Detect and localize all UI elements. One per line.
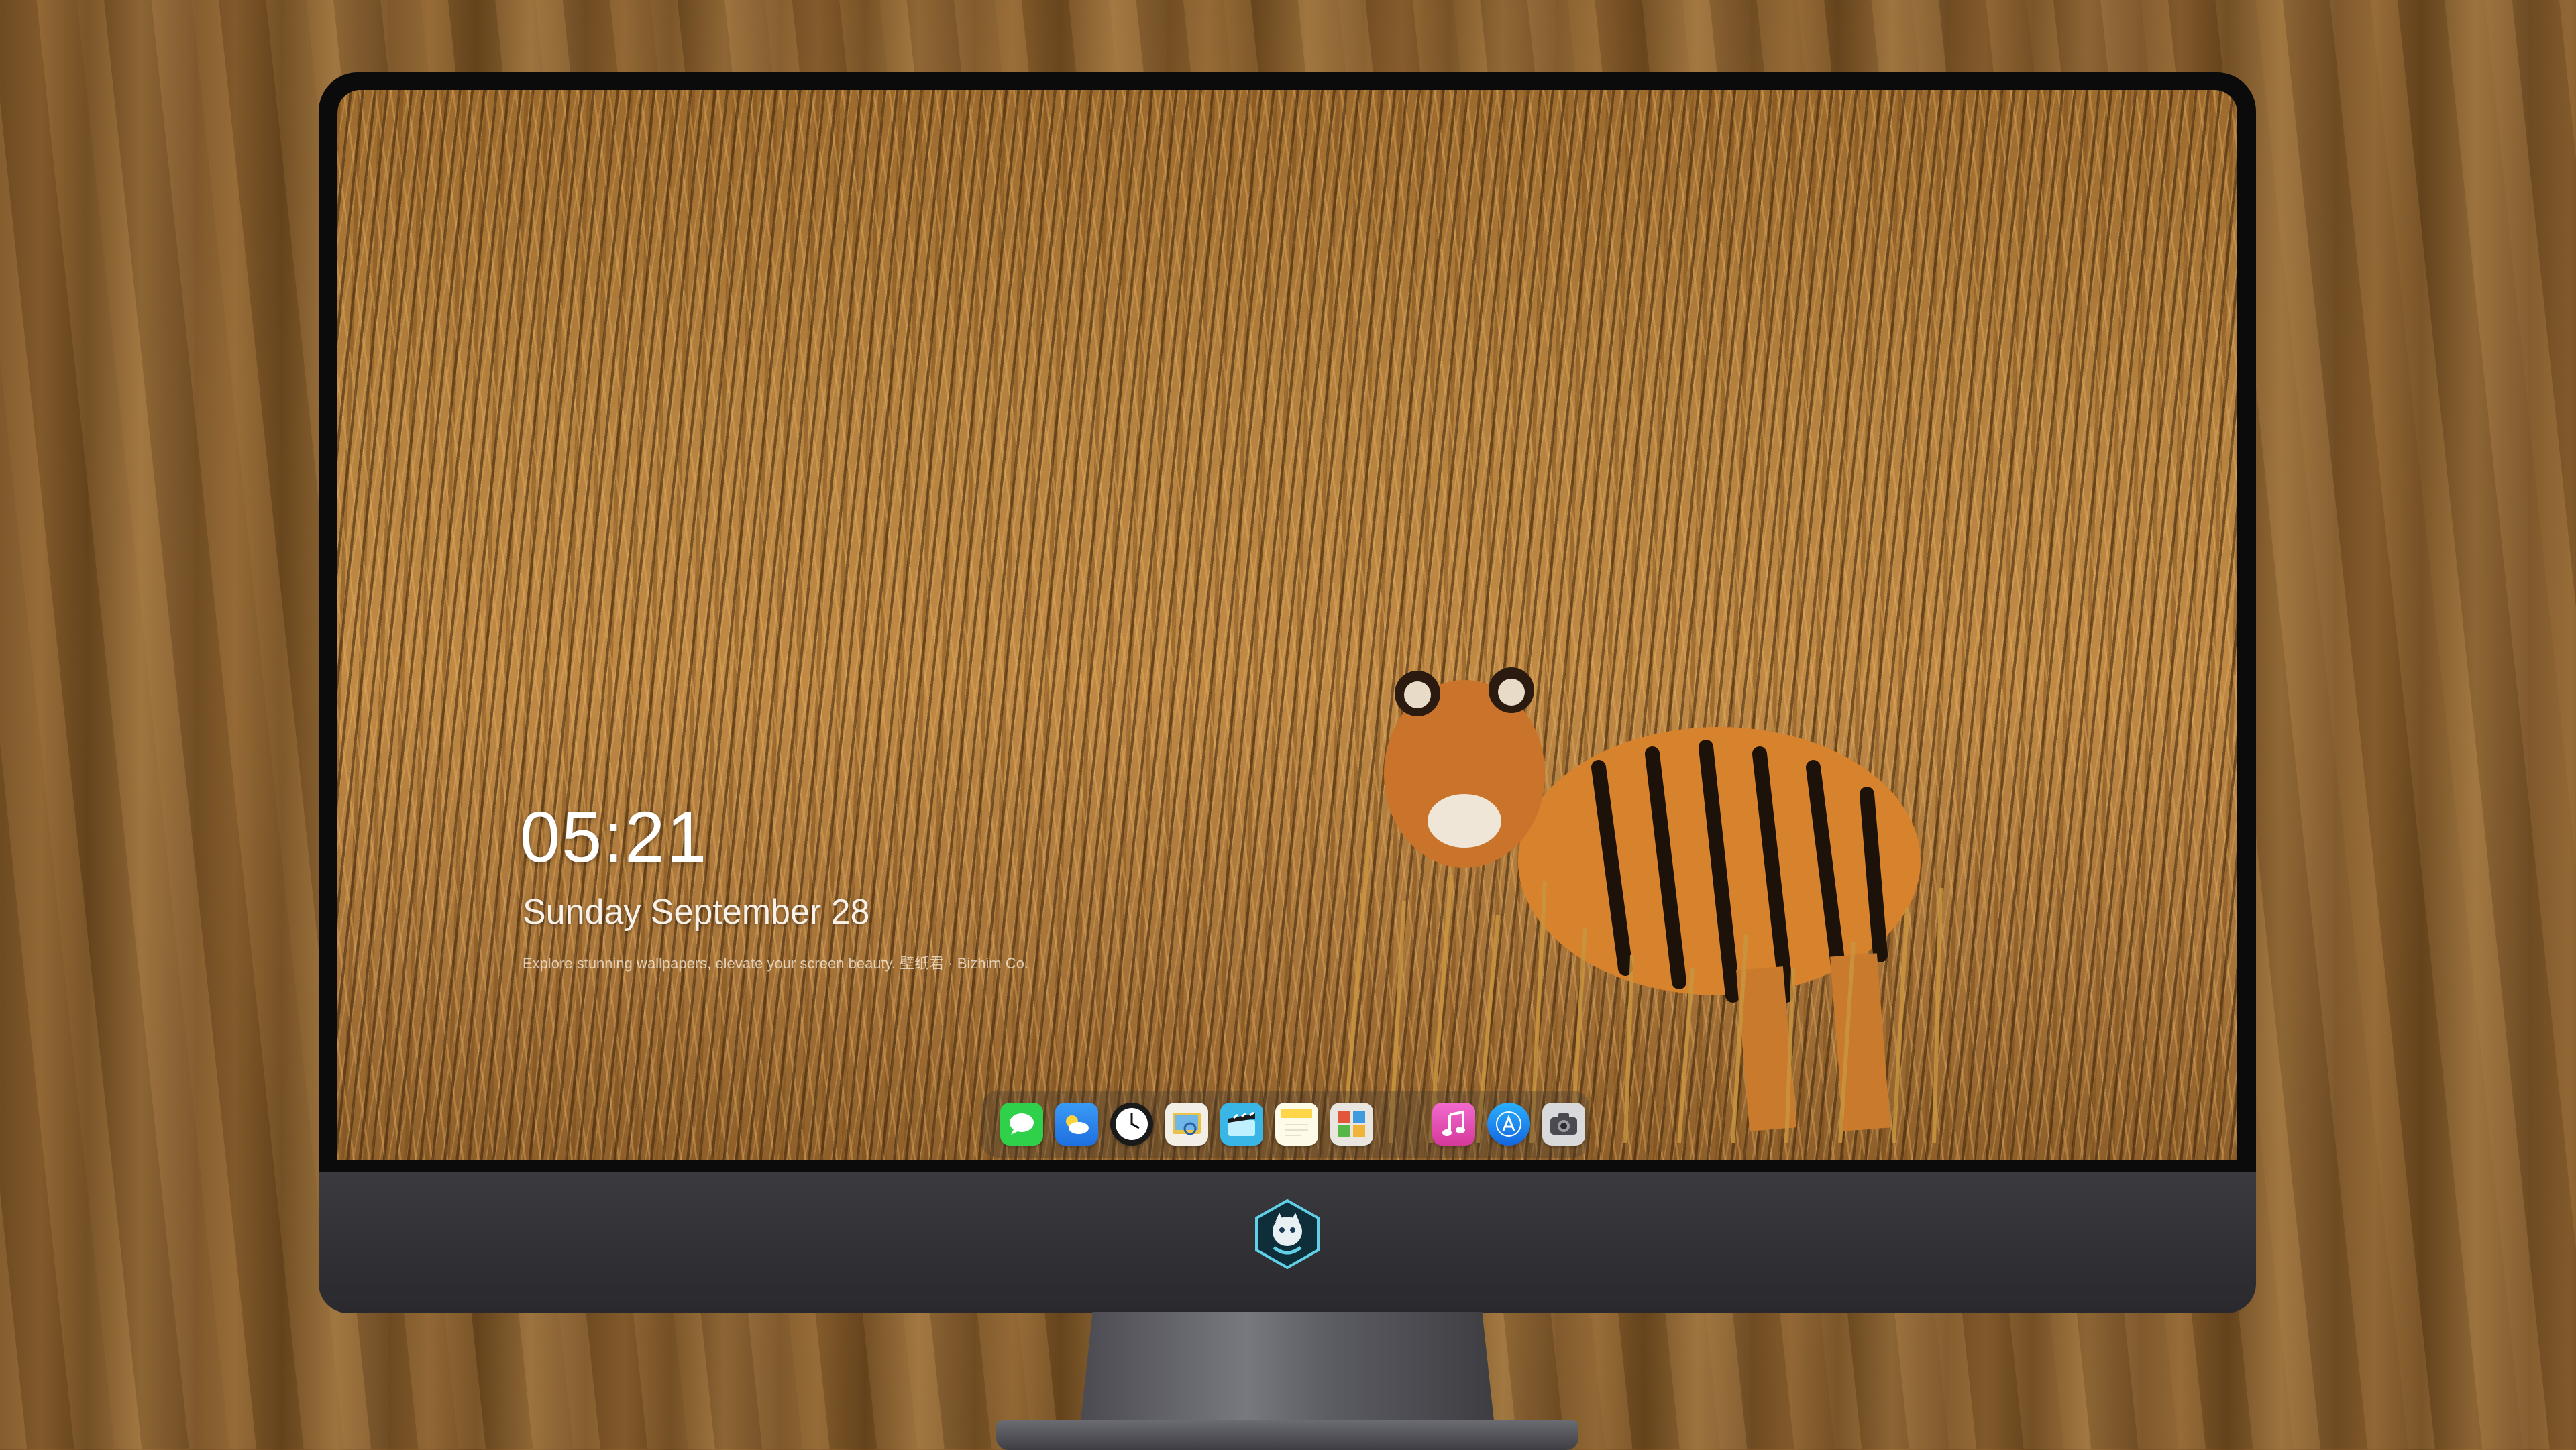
photo-booth-icon[interactable] <box>1330 1103 1373 1146</box>
wallpaper-tagline: Explore stunning wallpapers, elevate you… <box>523 955 1029 972</box>
messages-icon[interactable] <box>1000 1103 1043 1146</box>
preview-icon[interactable] <box>1165 1103 1208 1146</box>
monitor-bezel: 05:21 Sunday September 28 Explore stunni… <box>319 72 2256 1172</box>
monitor-stand-base <box>996 1420 1578 1450</box>
camera-icon[interactable] <box>1542 1103 1585 1146</box>
lock-screen-date: Sunday September 28 <box>523 893 870 932</box>
monitor: 05:21 Sunday September 28 Explore stunni… <box>319 72 2256 1450</box>
brand-logo-icon <box>1255 1199 1320 1269</box>
app-store-icon[interactable] <box>1487 1103 1530 1146</box>
notes-icon[interactable] <box>1275 1103 1318 1146</box>
music-icon[interactable] <box>1432 1103 1475 1146</box>
monitor-chin <box>319 1172 2256 1313</box>
lock-screen-clock: 05:21 <box>520 796 708 877</box>
lock-screen: 05:21 Sunday September 28 Explore stunni… <box>337 90 2237 1160</box>
monitor-stand-neck <box>1080 1312 1495 1427</box>
dock <box>981 1091 1589 1158</box>
tiger-wallpaper-subject <box>1344 667 1943 1143</box>
clock-icon[interactable] <box>1110 1103 1153 1146</box>
clapper-icon[interactable] <box>1220 1103 1263 1146</box>
weather-icon[interactable] <box>1055 1103 1098 1146</box>
